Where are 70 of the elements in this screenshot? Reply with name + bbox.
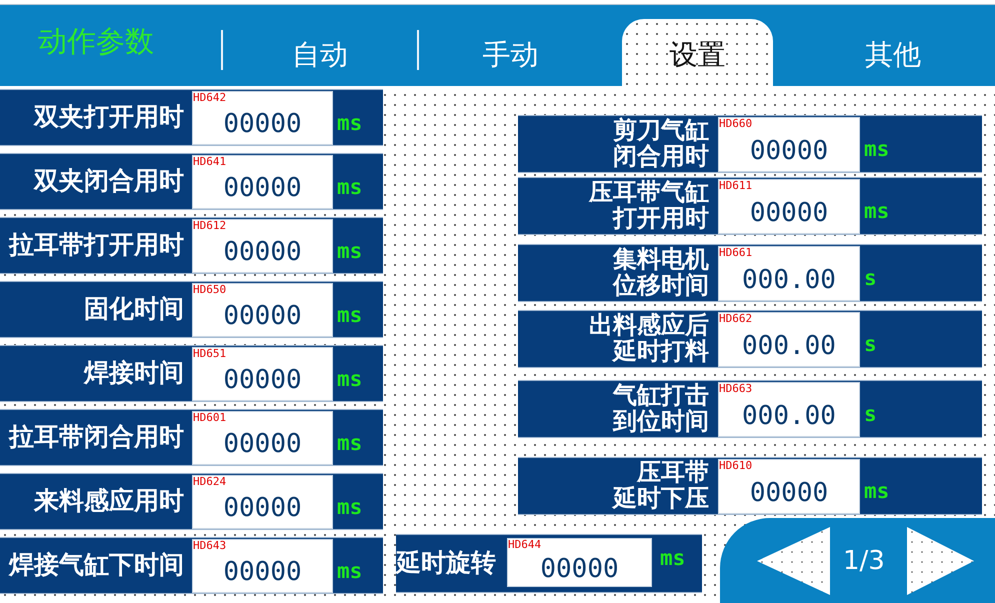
value-input-field[interactable]: HD643 00000 — [192, 539, 333, 593]
unit-label: ms — [337, 110, 362, 134]
unit-label: ms — [337, 302, 362, 326]
parameter-label: 双夹打开用时 — [34, 102, 184, 132]
value-input-field[interactable]: HD644 00000 — [507, 538, 652, 587]
value-input-field[interactable]: HD663 000.00 — [718, 382, 860, 437]
page-indicator: 1/3 — [843, 546, 885, 576]
parameter-label: 焊接时间 — [84, 358, 184, 388]
tab[interactable]: 手动 — [419, 5, 602, 86]
unit-label: ms — [660, 546, 686, 570]
register-label: HD610 — [719, 460, 752, 472]
register-label: HD641 — [193, 156, 226, 168]
unit-label: ms — [337, 174, 362, 198]
register-label: HD612 — [193, 220, 226, 232]
parameter-label: 出料感应后 延时打料 — [589, 313, 709, 365]
parameter-label: 焊接气缸下时间 — [9, 550, 184, 580]
page-title: 动作参数 — [38, 22, 154, 60]
unit-label: ms — [864, 137, 890, 161]
register-label: HD642 — [193, 92, 226, 104]
value-input-field[interactable]: HD611 00000 — [718, 179, 860, 234]
parameter-label: 拉耳带打开用时 — [9, 230, 184, 260]
register-label: HD601 — [193, 412, 226, 424]
register-label: HD662 — [719, 313, 752, 325]
value-input-field[interactable]: HD650 00000 — [192, 283, 333, 337]
register-label: HD624 — [193, 476, 226, 488]
register-label: HD663 — [719, 383, 752, 395]
value-input-field[interactable]: HD660 00000 — [718, 117, 860, 172]
unit-label: ms — [337, 238, 362, 262]
parameter-label: 集料电机 位移时间 — [613, 247, 709, 299]
next-page-button[interactable] — [906, 526, 974, 594]
unit-label: s — [864, 266, 877, 290]
unit-label: ms — [337, 558, 362, 582]
parameter-label: 压耳带 延时下压 — [613, 460, 709, 512]
parameter-label: 压耳带气缸 打开用时 — [589, 180, 709, 232]
right-triangle-icon — [906, 526, 974, 594]
tab[interactable]: 其他 — [773, 5, 995, 86]
tab[interactable]: 自动 — [223, 5, 417, 86]
parameter-label: 固化时间 — [84, 294, 184, 324]
parameter-label: 剪刀气缸 闭合用时 — [613, 118, 709, 170]
value-input-field[interactable]: HD642 00000 — [192, 91, 333, 145]
parameter-label: 延时旋转 — [396, 548, 496, 578]
value-input-field[interactable]: HD612 00000 — [192, 219, 333, 273]
parameter-label: 来料感应用时 — [34, 486, 184, 516]
unit-label: ms — [337, 430, 362, 454]
register-label: HD661 — [719, 247, 752, 259]
parameter-label: 拉耳带闭合用时 — [9, 422, 184, 452]
value-input-field[interactable]: HD601 00000 — [192, 411, 333, 465]
register-label: HD660 — [719, 118, 752, 130]
value-input-field[interactable]: HD624 00000 — [192, 475, 333, 529]
value-input-field[interactable]: HD662 000.00 — [718, 312, 860, 367]
unit-label: s — [864, 402, 877, 426]
register-label: HD611 — [719, 180, 752, 192]
tab[interactable]: 设置 — [622, 19, 773, 86]
unit-label: ms — [864, 199, 890, 223]
register-label: HD643 — [193, 540, 226, 552]
register-label: HD651 — [193, 348, 226, 360]
register-label: HD650 — [193, 284, 226, 296]
unit-label: ms — [337, 494, 362, 518]
value-input-field[interactable]: HD641 00000 — [192, 155, 333, 209]
parameter-label: 气缸打击 到位时间 — [613, 383, 709, 435]
value-input-field[interactable]: HD661 000.00 — [718, 246, 860, 301]
register-label: HD644 — [508, 539, 542, 551]
left-triangle-icon — [757, 526, 830, 594]
parameter-label: 双夹闭合用时 — [34, 166, 184, 196]
value-input-field[interactable]: HD610 00000 — [718, 459, 860, 514]
unit-label: s — [864, 332, 877, 356]
unit-label: ms — [864, 479, 890, 503]
value-input-field[interactable]: HD651 00000 — [192, 347, 333, 401]
previous-page-button[interactable] — [757, 526, 830, 594]
unit-label: ms — [337, 366, 362, 390]
